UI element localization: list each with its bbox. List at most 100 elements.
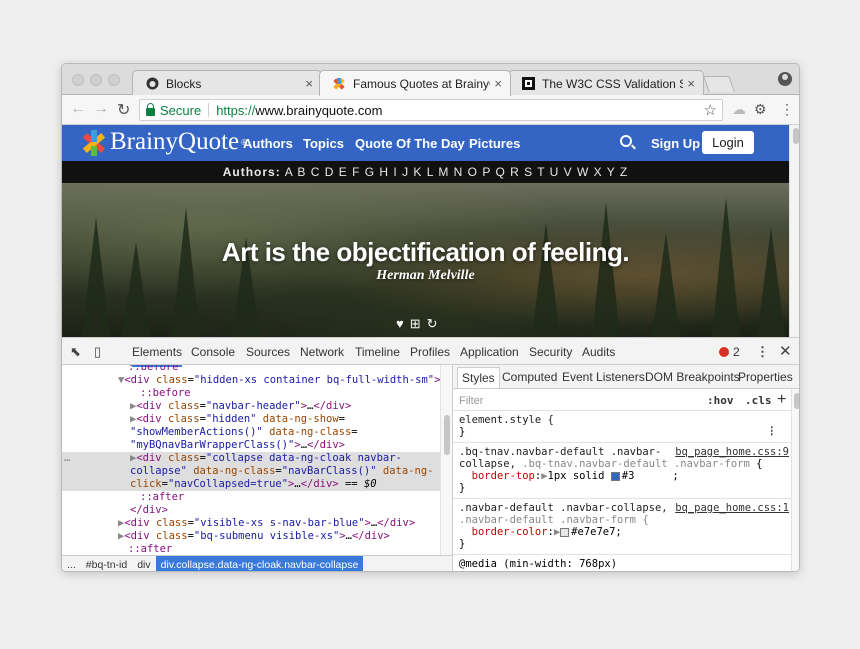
- style-rule[interactable]: bq_page_home.css:1 .navbar-default .navb…: [453, 499, 791, 555]
- dom-node[interactable]: "showMemberActions()" data-ng-class=: [62, 426, 440, 439]
- source-link[interactable]: bq_page_home.css:1: [675, 502, 789, 514]
- tab-sources[interactable]: Sources: [246, 345, 290, 359]
- url-text[interactable]: https://www.brainyquote.com: [216, 103, 382, 118]
- tab-brainyquote[interactable]: Famous Quotes at BrainyQuote ×: [319, 70, 511, 96]
- devtools-menu-icon[interactable]: ⋮: [756, 344, 769, 360]
- search-icon[interactable]: [620, 135, 632, 147]
- quote-author[interactable]: Herman Melville: [62, 268, 789, 284]
- dom-node[interactable]: ▶<div class="navbar-header">…</div>: [62, 400, 440, 413]
- divider: [208, 103, 210, 117]
- tab-strip: Blocks × Famous Quotes at BrainyQuote × …: [62, 64, 799, 96]
- refresh-icon[interactable]: ↻: [427, 316, 444, 331]
- address-bar[interactable]: Secure https://www.brainyquote.com: [139, 99, 723, 121]
- menu-kebab-icon[interactable]: ⋮: [780, 101, 794, 118]
- authors-alphabet-bar: Authors: A B C D E F G H I J K L M N O P…: [62, 161, 789, 183]
- dom-node-selected[interactable]: collapse" data-ng-class="navBarClass()" …: [62, 465, 440, 478]
- close-icon[interactable]: ×: [494, 76, 502, 91]
- secure-indicator[interactable]: Secure: [146, 102, 201, 118]
- color-swatch[interactable]: [560, 527, 570, 537]
- breadcrumb-item[interactable]: ...: [62, 559, 81, 571]
- new-tab-button[interactable]: [703, 76, 735, 92]
- tab-event-listeners[interactable]: Event Listeners: [562, 370, 645, 384]
- breadcrumb-item[interactable]: #bq-tn-id: [81, 559, 132, 571]
- login-button[interactable]: Login: [702, 131, 754, 154]
- forward-arrow-icon[interactable]: →: [93, 100, 109, 118]
- dom-node[interactable]: </div>: [62, 504, 440, 517]
- dom-node[interactable]: ::before: [62, 365, 440, 374]
- style-rule[interactable]: element.style { } ⋮: [453, 411, 791, 443]
- page-viewport: BrainyQuote ® Authors Topics Quote Of The…: [62, 125, 799, 337]
- color-swatch[interactable]: [610, 471, 620, 481]
- page-vertical-scrollbar[interactable]: [789, 125, 799, 337]
- tab-w3c[interactable]: The W3C CSS Validation Servi ×: [508, 70, 704, 96]
- bookmark-star-icon[interactable]: ☆: [704, 101, 717, 119]
- breadcrumb-item-current[interactable]: div.collapse.data-ng-cloak.navbar-collap…: [155, 556, 364, 571]
- profile-icon[interactable]: [778, 72, 792, 86]
- nav-quote-of-the-day[interactable]: Quote Of The Day: [355, 136, 465, 151]
- cls-toggle[interactable]: .cls: [745, 394, 772, 407]
- reload-icon[interactable]: ↻: [117, 100, 130, 120]
- dom-node[interactable]: ::after: [62, 543, 440, 555]
- site-logo[interactable]: BrainyQuote ®: [80, 128, 247, 156]
- tab-blocks[interactable]: Blocks ×: [132, 70, 322, 96]
- add-icon[interactable]: ⊞: [410, 316, 427, 331]
- close-icon[interactable]: ×: [305, 76, 313, 91]
- quote-text[interactable]: Art is the objectification of feeling.: [62, 237, 789, 268]
- dom-node-selected[interactable]: … ▶<div class="collapse data-ng-cloak nav…: [62, 452, 440, 465]
- dom-node[interactable]: ::before: [62, 387, 440, 400]
- dom-node[interactable]: ▶<div class="hidden" data-ng-show=: [62, 413, 440, 426]
- style-rules: element.style { } ⋮ bq_page_home.css:9 .…: [453, 411, 791, 571]
- tab-title: Famous Quotes at BrainyQuote: [353, 76, 490, 91]
- tab-audits[interactable]: Audits: [582, 345, 615, 359]
- close-window-button[interactable]: [72, 74, 84, 86]
- dom-node[interactable]: ::after: [62, 491, 440, 504]
- gear-icon[interactable]: ⚙: [754, 101, 767, 118]
- sign-up-link[interactable]: Sign Up: [651, 136, 700, 151]
- tab-timeline[interactable]: Timeline: [355, 345, 400, 359]
- brainyquote-logo-icon: [80, 129, 106, 156]
- nav-authors[interactable]: Authors: [243, 136, 293, 151]
- heart-icon[interactable]: ♥: [396, 316, 410, 331]
- style-rule[interactable]: bq_page_home.css:9 .bq-tnav.navbar-defau…: [453, 443, 791, 499]
- tab-elements[interactable]: Elements: [132, 345, 183, 367]
- tab-application[interactable]: Application: [460, 345, 519, 359]
- inspect-element-icon[interactable]: ⬉: [70, 344, 81, 360]
- tab-dom-breakpoints[interactable]: DOM Breakpoints: [645, 370, 740, 384]
- dom-node[interactable]: ▼<div class="hidden-xs container bq-full…: [62, 374, 440, 387]
- tab-computed[interactable]: Computed: [502, 370, 557, 384]
- zoom-window-button[interactable]: [108, 74, 120, 86]
- tab-properties[interactable]: Properties: [738, 370, 793, 384]
- styles-scrollbar[interactable]: [791, 389, 799, 571]
- extension-icon[interactable]: ☁: [732, 101, 746, 118]
- nav-pictures[interactable]: Pictures: [469, 136, 520, 151]
- media-rule[interactable]: @media (min-width: 768px): [453, 555, 791, 571]
- device-toolbar-icon[interactable]: ▯: [94, 344, 101, 360]
- add-rule-icon[interactable]: +: [777, 391, 786, 409]
- back-arrow-icon[interactable]: ←: [70, 100, 86, 118]
- minimize-window-button[interactable]: [90, 74, 102, 86]
- tab-styles[interactable]: Styles: [457, 367, 500, 388]
- browser-window: Blocks × Famous Quotes at BrainyQuote × …: [61, 63, 800, 572]
- dom-node[interactable]: "myBQnavBarWrapperClass()">…</div>: [62, 439, 440, 452]
- tab-security[interactable]: Security: [529, 345, 572, 359]
- dom-scrollbar[interactable]: [440, 365, 452, 555]
- breadcrumb-item[interactable]: div: [132, 559, 155, 571]
- alphabet-links[interactable]: A B C D E F G H I J K L M N O P Q R S T …: [285, 165, 629, 179]
- styles-filter[interactable]: Filter :hov .cls +: [453, 389, 791, 411]
- tab-profiles[interactable]: Profiles: [410, 345, 450, 359]
- tab-network[interactable]: Network: [300, 345, 344, 359]
- error-count-badge[interactable]: 2: [719, 345, 740, 359]
- authors-label: Authors:: [222, 165, 281, 179]
- nav-topics[interactable]: Topics: [303, 136, 344, 151]
- hov-toggle[interactable]: :hov: [707, 394, 734, 407]
- dom-tree[interactable]: ::before ▼<div class="hidden-xs containe…: [62, 365, 440, 555]
- source-link[interactable]: bq_page_home.css:9: [675, 446, 789, 458]
- close-icon[interactable]: ×: [687, 76, 695, 91]
- dom-node[interactable]: ▶<div class="bq-submenu visible-xs">…</d…: [62, 530, 440, 543]
- kebab-icon[interactable]: ⋮: [767, 425, 778, 437]
- tab-console[interactable]: Console: [191, 345, 235, 359]
- filter-input[interactable]: Filter: [459, 395, 483, 407]
- dom-node-selected[interactable]: click="navCollapsed=true">…</div> == $0: [62, 478, 440, 491]
- dom-node[interactable]: ▶<div class="visible-xs s-nav-bar-blue">…: [62, 517, 440, 530]
- close-devtools-icon[interactable]: ✕: [779, 342, 792, 360]
